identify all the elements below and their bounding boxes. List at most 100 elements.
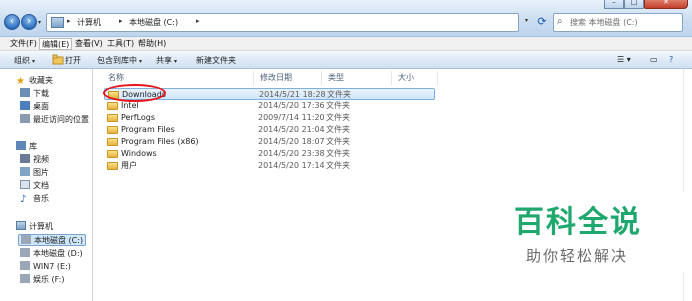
share-label: 共享 [156,56,172,65]
include-in-library-label: 包含到库中 [97,56,137,65]
nav-favorites[interactable]: ★ 收藏夹 [16,75,53,87]
close-button[interactable]: ✕ [644,0,688,9]
view-options-button[interactable]: ☰ ▾ [617,55,631,64]
chevron-down-icon: ▾ [174,58,178,65]
computer-icon [51,17,64,28]
chevron-right-icon[interactable]: ▸ [196,17,200,25]
maximize-button[interactable]: □ [624,0,644,9]
music-icon: ♪ [20,194,27,205]
column-header-type[interactable]: 类型 [322,71,392,85]
menu-file[interactable]: 文件(F) [8,38,39,50]
menu-bar: 文件(F) 编辑(E) 查看(V) 工具(T) 帮助(H) [0,37,692,51]
file-row[interactable]: Program Files (x86) 2014/5/20 18:07 文件夹 [104,136,435,148]
chevron-right-icon[interactable]: ▸ [67,17,71,25]
nav-item-videos[interactable]: 视频 [20,154,49,166]
recent-places-icon [20,114,30,123]
drive-icon [21,235,31,244]
command-bar: 组织 ▾ 打开 包含到库中 ▾ 共享 ▾ 新建文件夹 ☰ ▾ ▭ ? [0,51,692,69]
search-placeholder: 搜索 本地磁盘 (C:) [570,18,638,27]
star-icon: ★ [16,76,25,87]
nav-item-label: 图片 [33,168,49,177]
file-row[interactable]: 用户 2014/5/20 17:14 文件夹 [104,160,435,172]
nav-item-pictures[interactable]: 图片 [20,167,49,179]
file-row[interactable]: PerfLogs 2009/7/14 11:20 文件夹 [104,112,435,124]
address-toolbar: ‹ › ▾ ▸ 计算机 ▸ 本地磁盘 (C:) ▸ ▾ ⟳ ⌕ 搜索 本地磁盘 … [0,0,692,37]
file-type: 文件夹 [326,113,350,122]
folder-icon [107,150,118,158]
column-header-size[interactable]: 大小 [392,71,438,85]
file-type: 文件夹 [326,149,350,158]
organize-button[interactable]: 组织 ▾ [14,55,35,66]
file-date: 2014/5/20 21:04 [258,125,325,134]
download-folder-icon [20,88,30,97]
nav-item-drive-f[interactable]: 娱乐 (F:) [20,274,64,286]
forward-button[interactable]: › [21,14,37,30]
nav-item-drive-d[interactable]: 本地磁盘 (D:) [20,248,83,260]
pictures-icon [20,167,30,176]
recent-pages-dropdown[interactable]: ▾ [38,19,41,26]
file-date: 2014/5/20 17:14 [258,161,325,170]
column-header-date[interactable]: 修改日期 [254,71,322,85]
file-row[interactable]: Intel 2014/5/20 17:36 文件夹 [104,100,435,112]
nav-item-label: 本地磁盘 (D:) [33,249,83,258]
file-name: Program Files (x86) [121,137,199,146]
drive-icon [20,248,30,257]
nav-item-downloads[interactable]: 下载 [20,88,49,100]
new-folder-button[interactable]: 新建文件夹 [196,55,236,66]
nav-item-desktop[interactable]: 桌面 [20,101,49,113]
address-history-dropdown[interactable]: ▾ [525,17,528,24]
file-row[interactable]: Program Files 2014/5/20 21:04 文件夹 [104,124,435,136]
chevron-right-icon[interactable]: ▸ [119,17,123,25]
folder-icon [107,114,118,122]
file-type: 文件夹 [326,137,350,146]
nav-item-drive-e[interactable]: WIN7 (E:) [20,261,71,273]
file-date: 2014/5/20 18:07 [258,137,325,146]
video-icon [20,154,30,163]
file-date: 2009/7/14 11:20 [258,113,325,122]
file-name: Windows [121,149,157,158]
refresh-icon[interactable]: ⟳ [535,14,549,30]
breadcrumb-computer[interactable]: 计算机 [77,17,101,28]
column-header-name[interactable]: 名称 [102,71,254,85]
breadcrumb-local-disk-c[interactable]: 本地磁盘 (C:) [129,17,178,28]
watermark-subtitle: 助你轻松解决 [526,247,629,265]
nav-item-recent-places[interactable]: 最近访问的位置 [20,114,89,126]
folder-icon [107,126,118,134]
nav-item-label: 最近访问的位置 [33,115,89,124]
address-bar[interactable]: ▸ 计算机 ▸ 本地磁盘 (C:) ▸ [46,13,519,32]
computer-icon [16,221,26,230]
include-in-library-button[interactable]: 包含到库中 ▾ [97,55,142,66]
nav-item-documents[interactable]: 文档 [20,180,49,192]
open-icon [52,54,64,65]
file-date: 2014/5/20 23:38 [258,149,325,158]
minimize-button[interactable]: – [604,0,624,9]
file-name: PerfLogs [121,113,156,122]
back-button[interactable]: ‹ [4,14,20,30]
menu-view[interactable]: 查看(V) [73,38,105,50]
share-button[interactable]: 共享 ▾ [156,55,177,66]
nav-item-label: WIN7 (E:) [33,262,71,271]
chevron-down-icon: ▾ [32,58,36,65]
nav-item-drive-c[interactable]: 本地磁盘 (C:) [18,234,87,246]
open-button[interactable]: 打开 [65,55,81,66]
file-type: 文件夹 [326,161,350,170]
file-type: 文件夹 [326,125,350,134]
file-row[interactable]: Windows 2014/5/20 23:38 文件夹 [104,148,435,160]
search-input[interactable]: ⌕ 搜索 本地磁盘 (C:) [553,13,683,32]
nav-libraries[interactable]: 库 [16,141,37,153]
file-name: Program Files [121,125,175,134]
library-icon [16,141,26,150]
highlight-annotation-oval [103,84,166,102]
help-icon[interactable]: ? [669,55,673,64]
nav-computer-label: 计算机 [29,222,53,231]
preview-pane-icon[interactable]: ▭ [650,55,658,64]
menu-tools[interactable]: 工具(T) [105,38,136,50]
nav-item-label: 文档 [33,181,49,190]
nav-computer[interactable]: 计算机 [16,221,53,233]
watermark-logo: 百科全说 助你轻松解决 [494,192,692,272]
menu-help[interactable]: 帮助(H) [136,38,168,50]
menu-edit[interactable]: 编辑(E) [39,38,73,50]
nav-item-music[interactable]: ♪ 音乐 [20,193,49,205]
drive-icon [20,261,30,270]
nav-item-label: 桌面 [33,102,49,111]
